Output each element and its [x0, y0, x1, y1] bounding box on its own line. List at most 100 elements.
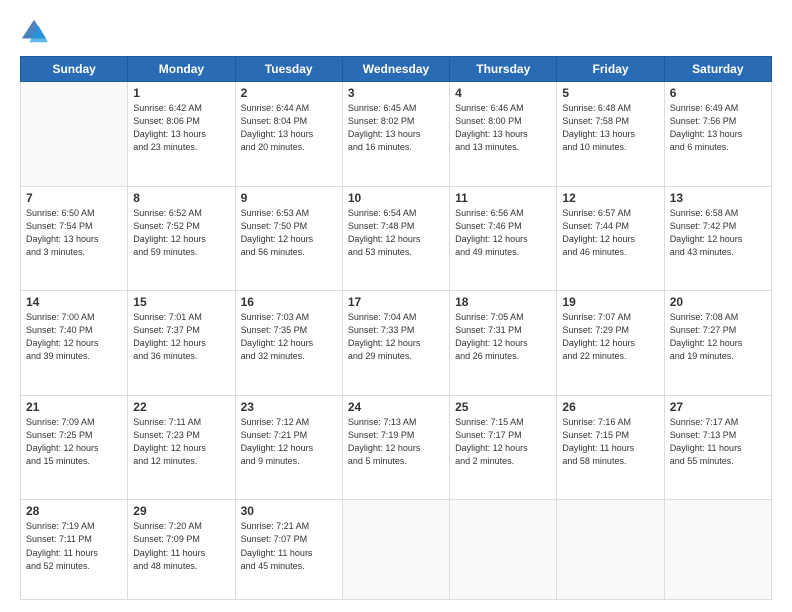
calendar-cell: 19 Sunrise: 7:07 AM Sunset: 7:29 PM Dayli…	[557, 291, 664, 396]
calendar-cell: 1 Sunrise: 6:42 AM Sunset: 8:06 PM Daylig…	[128, 82, 235, 187]
calendar-cell: 14 Sunrise: 7:00 AM Sunset: 7:40 PM Dayli…	[21, 291, 128, 396]
day-info: Sunrise: 6:44 AM Sunset: 8:04 PM Dayligh…	[241, 102, 337, 154]
calendar-cell: 20 Sunrise: 7:08 AM Sunset: 7:27 PM Dayli…	[664, 291, 771, 396]
calendar-week-row: 21Sunrise: 7:09 AM Sunset: 7:25 PM Dayli…	[21, 395, 772, 500]
calendar-cell: 24 Sunrise: 7:13 AM Sunset: 7:19 PM Dayli…	[342, 395, 449, 500]
day-info: Sunrise: 6:42 AM Sunset: 8:06 PM Dayligh…	[133, 102, 229, 154]
logo-icon	[20, 18, 48, 46]
day-info: Sunrise: 7:04 AM Sunset: 7:33 PM Dayligh…	[348, 311, 444, 363]
day-info: Sunrise: 6:54 AM Sunset: 7:48 PM Dayligh…	[348, 207, 444, 259]
day-info: Sunrise: 7:19 AM Sunset: 7:11 PM Dayligh…	[26, 520, 122, 572]
day-number: 22	[133, 400, 229, 414]
day-number: 6	[670, 86, 766, 100]
calendar-cell: 22 Sunrise: 7:11 AM Sunset: 7:23 PM Dayli…	[128, 395, 235, 500]
day-number: 19	[562, 295, 658, 309]
day-number: 7	[26, 191, 122, 205]
calendar-week-row: 7 Sunrise: 6:50 AM Sunset: 7:54 PM Daylig…	[21, 186, 772, 291]
day-info: Sunrise: 6:50 AM Sunset: 7:54 PM Dayligh…	[26, 207, 122, 259]
day-info: Sunrise: 6:53 AM Sunset: 7:50 PM Dayligh…	[241, 207, 337, 259]
calendar-table: SundayMondayTuesdayWednesdayThursdayFrid…	[20, 56, 772, 600]
day-info: Sunrise: 6:58 AM Sunset: 7:42 PM Dayligh…	[670, 207, 766, 259]
header	[20, 18, 772, 46]
calendar-cell: 9 Sunrise: 6:53 AM Sunset: 7:50 PM Daylig…	[235, 186, 342, 291]
day-number: 14	[26, 295, 122, 309]
calendar-cell: 30 Sunrise: 7:21 AM Sunset: 7:07 PM Dayli…	[235, 500, 342, 600]
day-number: 24	[348, 400, 444, 414]
day-info: Sunrise: 6:45 AM Sunset: 8:02 PM Dayligh…	[348, 102, 444, 154]
calendar-cell: 7 Sunrise: 6:50 AM Sunset: 7:54 PM Daylig…	[21, 186, 128, 291]
calendar-cell: 6 Sunrise: 6:49 AM Sunset: 7:56 PM Daylig…	[664, 82, 771, 187]
calendar-cell: 21Sunrise: 7:09 AM Sunset: 7:25 PM Dayli…	[21, 395, 128, 500]
day-number: 1	[133, 86, 229, 100]
day-number: 8	[133, 191, 229, 205]
calendar-cell: 18 Sunrise: 7:05 AM Sunset: 7:31 PM Dayli…	[450, 291, 557, 396]
calendar-week-row: 28Sunrise: 7:19 AM Sunset: 7:11 PM Dayli…	[21, 500, 772, 600]
calendar-cell: 3 Sunrise: 6:45 AM Sunset: 8:02 PM Daylig…	[342, 82, 449, 187]
day-info: Sunrise: 7:11 AM Sunset: 7:23 PM Dayligh…	[133, 416, 229, 468]
calendar-cell	[450, 500, 557, 600]
calendar-cell	[342, 500, 449, 600]
calendar-cell: 12Sunrise: 6:57 AM Sunset: 7:44 PM Dayli…	[557, 186, 664, 291]
day-number: 20	[670, 295, 766, 309]
weekday-header: Sunday	[21, 57, 128, 82]
calendar-cell: 2 Sunrise: 6:44 AM Sunset: 8:04 PM Daylig…	[235, 82, 342, 187]
day-info: Sunrise: 7:17 AM Sunset: 7:13 PM Dayligh…	[670, 416, 766, 468]
calendar-cell: 23 Sunrise: 7:12 AM Sunset: 7:21 PM Dayli…	[235, 395, 342, 500]
calendar-cell: 8 Sunrise: 6:52 AM Sunset: 7:52 PM Daylig…	[128, 186, 235, 291]
day-info: Sunrise: 7:20 AM Sunset: 7:09 PM Dayligh…	[133, 520, 229, 572]
day-number: 30	[241, 504, 337, 518]
day-number: 11	[455, 191, 551, 205]
calendar-cell: 16 Sunrise: 7:03 AM Sunset: 7:35 PM Dayli…	[235, 291, 342, 396]
day-info: Sunrise: 6:48 AM Sunset: 7:58 PM Dayligh…	[562, 102, 658, 154]
day-number: 3	[348, 86, 444, 100]
day-info: Sunrise: 7:00 AM Sunset: 7:40 PM Dayligh…	[26, 311, 122, 363]
day-number: 17	[348, 295, 444, 309]
day-info: Sunrise: 7:16 AM Sunset: 7:15 PM Dayligh…	[562, 416, 658, 468]
day-number: 15	[133, 295, 229, 309]
day-number: 10	[348, 191, 444, 205]
calendar-header-row: SundayMondayTuesdayWednesdayThursdayFrid…	[21, 57, 772, 82]
weekday-header: Thursday	[450, 57, 557, 82]
calendar-week-row: 1 Sunrise: 6:42 AM Sunset: 8:06 PM Daylig…	[21, 82, 772, 187]
day-number: 18	[455, 295, 551, 309]
day-info: Sunrise: 7:01 AM Sunset: 7:37 PM Dayligh…	[133, 311, 229, 363]
day-info: Sunrise: 7:15 AM Sunset: 7:17 PM Dayligh…	[455, 416, 551, 468]
day-number: 2	[241, 86, 337, 100]
day-info: Sunrise: 7:09 AM Sunset: 7:25 PM Dayligh…	[26, 416, 122, 468]
day-number: 16	[241, 295, 337, 309]
calendar-cell	[21, 82, 128, 187]
calendar-cell: 25 Sunrise: 7:15 AM Sunset: 7:17 PM Dayli…	[450, 395, 557, 500]
day-info: Sunrise: 7:21 AM Sunset: 7:07 PM Dayligh…	[241, 520, 337, 572]
day-info: Sunrise: 7:03 AM Sunset: 7:35 PM Dayligh…	[241, 311, 337, 363]
day-number: 4	[455, 86, 551, 100]
day-info: Sunrise: 7:12 AM Sunset: 7:21 PM Dayligh…	[241, 416, 337, 468]
day-info: Sunrise: 7:07 AM Sunset: 7:29 PM Dayligh…	[562, 311, 658, 363]
calendar-cell: 4Sunrise: 6:46 AM Sunset: 8:00 PM Daylig…	[450, 82, 557, 187]
calendar-cell: 10 Sunrise: 6:54 AM Sunset: 7:48 PM Dayli…	[342, 186, 449, 291]
calendar-week-row: 14 Sunrise: 7:00 AM Sunset: 7:40 PM Dayli…	[21, 291, 772, 396]
calendar-cell: 11 Sunrise: 6:56 AM Sunset: 7:46 PM Dayli…	[450, 186, 557, 291]
day-number: 29	[133, 504, 229, 518]
day-number: 13	[670, 191, 766, 205]
calendar-cell: 17 Sunrise: 7:04 AM Sunset: 7:33 PM Dayli…	[342, 291, 449, 396]
calendar-cell: 5 Sunrise: 6:48 AM Sunset: 7:58 PM Daylig…	[557, 82, 664, 187]
day-info: Sunrise: 7:13 AM Sunset: 7:19 PM Dayligh…	[348, 416, 444, 468]
calendar-cell	[664, 500, 771, 600]
day-info: Sunrise: 7:05 AM Sunset: 7:31 PM Dayligh…	[455, 311, 551, 363]
weekday-header: Friday	[557, 57, 664, 82]
calendar-cell: 26Sunrise: 7:16 AM Sunset: 7:15 PM Dayli…	[557, 395, 664, 500]
day-number: 23	[241, 400, 337, 414]
day-info: Sunrise: 6:52 AM Sunset: 7:52 PM Dayligh…	[133, 207, 229, 259]
day-info: Sunrise: 6:57 AM Sunset: 7:44 PM Dayligh…	[562, 207, 658, 259]
calendar-cell: 27Sunrise: 7:17 AM Sunset: 7:13 PM Dayli…	[664, 395, 771, 500]
day-number: 5	[562, 86, 658, 100]
day-info: Sunrise: 6:49 AM Sunset: 7:56 PM Dayligh…	[670, 102, 766, 154]
calendar-cell	[557, 500, 664, 600]
day-info: Sunrise: 6:56 AM Sunset: 7:46 PM Dayligh…	[455, 207, 551, 259]
calendar-cell: 28Sunrise: 7:19 AM Sunset: 7:11 PM Dayli…	[21, 500, 128, 600]
calendar-cell: 15 Sunrise: 7:01 AM Sunset: 7:37 PM Dayli…	[128, 291, 235, 396]
calendar-cell: 29 Sunrise: 7:20 AM Sunset: 7:09 PM Dayli…	[128, 500, 235, 600]
day-number: 9	[241, 191, 337, 205]
day-number: 25	[455, 400, 551, 414]
day-info: Sunrise: 7:08 AM Sunset: 7:27 PM Dayligh…	[670, 311, 766, 363]
